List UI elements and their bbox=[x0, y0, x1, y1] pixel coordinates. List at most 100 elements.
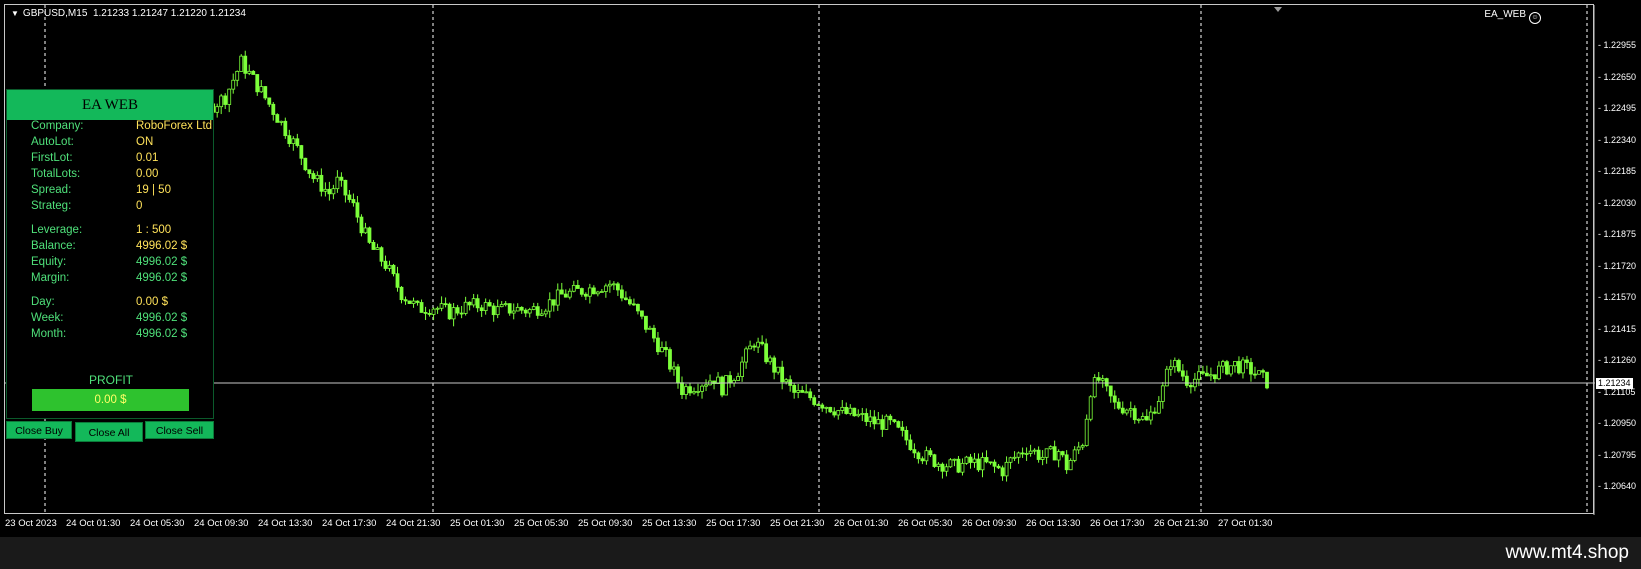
candle bbox=[656, 331, 660, 356]
footer-bar: www.mt4.shop bbox=[0, 537, 1641, 569]
candle bbox=[491, 303, 496, 322]
candle bbox=[1188, 383, 1193, 394]
candle bbox=[756, 337, 761, 354]
candle bbox=[1052, 440, 1057, 461]
price-tick-label: - 1.21260 bbox=[1598, 355, 1637, 365]
ea-row-autolot: AutoLot: ON bbox=[31, 136, 153, 148]
chart-shift-marker-icon[interactable] bbox=[1274, 7, 1282, 12]
candle bbox=[1213, 374, 1217, 384]
candle bbox=[1200, 365, 1205, 376]
ea-row-value: ON bbox=[136, 136, 154, 148]
candle bbox=[896, 420, 901, 429]
candle bbox=[607, 280, 612, 293]
candle bbox=[716, 372, 720, 384]
chart-area[interactable]: ▼ GBPUSD,M15 1.21233 1.21247 1.21220 1.21… bbox=[4, 4, 1595, 515]
candle bbox=[628, 296, 632, 306]
candle bbox=[307, 169, 312, 179]
candle bbox=[996, 463, 1001, 470]
candle bbox=[583, 292, 588, 301]
close-sell-button[interactable]: Close Sell bbox=[145, 421, 214, 439]
candle bbox=[832, 407, 837, 418]
price-tick-label: - 1.22030 bbox=[1598, 197, 1637, 208]
time-tick-label: 26 Oct 17:30 bbox=[1090, 518, 1145, 529]
current-price-box: 1.21234 bbox=[1596, 378, 1633, 389]
candle bbox=[303, 157, 308, 172]
time-tick-label: 25 Oct 17:30 bbox=[706, 518, 761, 529]
price-tick-label: - 1.20640 bbox=[1598, 481, 1637, 491]
dropdown-triangle-icon[interactable]: ▼ bbox=[11, 9, 19, 18]
candle bbox=[1225, 359, 1229, 376]
candle bbox=[792, 383, 797, 399]
candle bbox=[251, 70, 256, 75]
ea-row-key: Equity: bbox=[31, 256, 67, 268]
candle bbox=[579, 287, 584, 297]
candle bbox=[563, 289, 568, 298]
candle bbox=[423, 306, 428, 320]
candle bbox=[700, 384, 704, 399]
close-all-button[interactable]: Close All bbox=[75, 422, 143, 442]
candle bbox=[483, 298, 488, 315]
candle bbox=[215, 103, 220, 118]
candle bbox=[1064, 450, 1069, 474]
candle bbox=[1221, 359, 1225, 374]
candle bbox=[752, 343, 757, 351]
candle bbox=[1104, 377, 1109, 392]
time-tick-label: 23 Oct 2023 bbox=[5, 518, 57, 529]
time-tick-label: 24 Oct 21:30 bbox=[386, 518, 441, 529]
candle bbox=[944, 463, 949, 477]
candle bbox=[828, 406, 833, 414]
ea-row-value: 4996.02 $ bbox=[136, 256, 188, 268]
candle bbox=[836, 409, 841, 420]
ea-row-key: TotalLots: bbox=[31, 168, 81, 180]
candle bbox=[780, 360, 785, 390]
candle bbox=[680, 376, 684, 399]
candle bbox=[511, 303, 516, 320]
close-buy-button[interactable]: Close Buy bbox=[6, 421, 72, 439]
candle bbox=[868, 409, 873, 428]
time-tick-label: 26 Oct 13:30 bbox=[1026, 518, 1081, 529]
candle bbox=[403, 296, 408, 305]
candle bbox=[375, 243, 380, 250]
price-tick-label: - 1.21570 bbox=[1598, 292, 1637, 302]
candle bbox=[1156, 396, 1161, 415]
price-tick-label: - 1.21875 bbox=[1598, 229, 1637, 239]
candle bbox=[323, 182, 328, 197]
candle bbox=[1124, 408, 1129, 416]
time-tick-label: 24 Oct 09:30 bbox=[194, 518, 249, 529]
candle bbox=[519, 306, 524, 314]
candle bbox=[812, 394, 817, 407]
candle bbox=[796, 384, 801, 399]
candle bbox=[1120, 401, 1125, 415]
candle bbox=[539, 309, 544, 317]
candle bbox=[371, 239, 376, 250]
ea-indicator[interactable]: EA_WEB ☺ bbox=[1484, 9, 1541, 24]
candle bbox=[888, 414, 893, 425]
candle bbox=[1249, 357, 1253, 382]
candle bbox=[908, 434, 913, 451]
ea-row-value: 4996.02 $ bbox=[136, 312, 188, 324]
time-tick-label: 24 Oct 05:30 bbox=[130, 518, 185, 529]
candle bbox=[1152, 407, 1157, 415]
candle bbox=[499, 301, 504, 308]
candle bbox=[503, 300, 508, 307]
price-tick-label: - 1.22955 bbox=[1598, 40, 1637, 50]
ea-panel-title: EA WEB bbox=[7, 90, 213, 120]
candle bbox=[1209, 367, 1213, 381]
candle bbox=[1088, 395, 1093, 422]
candle bbox=[864, 408, 869, 427]
price-chart[interactable] bbox=[5, 5, 1595, 515]
candle bbox=[555, 283, 560, 311]
candle bbox=[984, 450, 989, 464]
candle bbox=[395, 266, 400, 292]
candle bbox=[447, 302, 452, 320]
candle bbox=[1004, 456, 1009, 482]
candle bbox=[1229, 365, 1233, 377]
candle bbox=[880, 414, 885, 437]
candle bbox=[660, 341, 664, 353]
candle bbox=[515, 303, 520, 312]
ea-row-value: 0 bbox=[136, 200, 143, 212]
candle bbox=[904, 426, 909, 446]
candle bbox=[319, 168, 324, 197]
candle bbox=[912, 443, 917, 459]
candle bbox=[339, 172, 344, 187]
